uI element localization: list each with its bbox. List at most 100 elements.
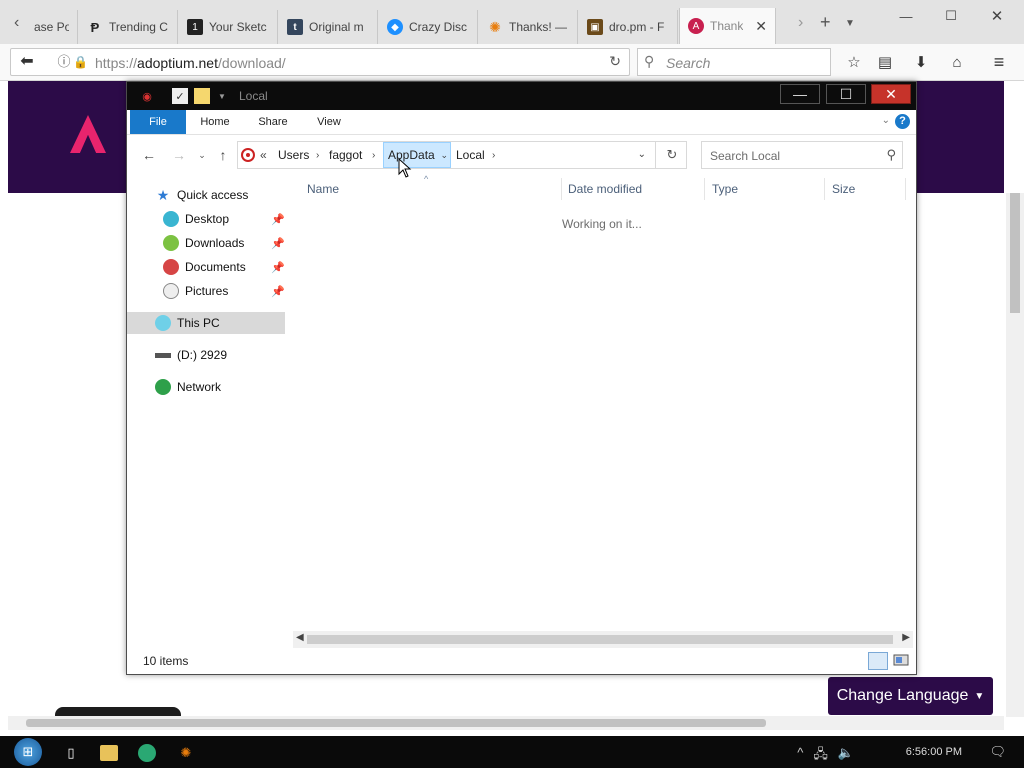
address-bar[interactable]: « Users › faggot › AppData ⌄ Local › ⌄ bbox=[237, 141, 687, 169]
search-local-input[interactable]: Search Local ⚲ bbox=[701, 141, 903, 169]
file-list-horizontal-scrollbar[interactable]: ◀ ▶ bbox=[293, 631, 913, 648]
quick-access-toolbar-chevron-icon[interactable]: ▼ bbox=[214, 88, 230, 104]
close-tab-icon[interactable]: ✕ bbox=[755, 18, 767, 35]
show-hidden-icons-icon[interactable]: ^ bbox=[797, 745, 803, 767]
browser-tab-active[interactable]: A Thank ✕ bbox=[679, 8, 776, 44]
reading-list-icon[interactable]: ▤ bbox=[874, 52, 896, 72]
tab-home[interactable]: Home bbox=[193, 110, 237, 134]
breadcrumb-separator-icon[interactable]: › bbox=[316, 142, 319, 168]
maximize-button[interactable]: ☐ bbox=[826, 84, 866, 104]
refresh-icon[interactable]: ↻ bbox=[655, 141, 688, 169]
p-logo-icon: Ᵽ bbox=[90, 19, 100, 35]
breadcrumb-appdata[interactable]: AppData ⌄ bbox=[383, 142, 451, 168]
breadcrumb-faggot[interactable]: faggot bbox=[327, 142, 364, 168]
file-explorer-taskbar-icon[interactable] bbox=[100, 745, 118, 761]
tab-file[interactable]: File bbox=[130, 110, 186, 134]
nav-item-quick-access[interactable]: ★ Quick access bbox=[127, 184, 285, 206]
task-view-icon[interactable]: ▯ bbox=[60, 742, 82, 764]
crazy-disc-icon: ◆ bbox=[387, 19, 403, 35]
column-divider[interactable] bbox=[561, 178, 562, 200]
scrollbar-thumb[interactable] bbox=[1010, 193, 1020, 313]
breadcrumb-overflow[interactable]: « bbox=[260, 142, 267, 168]
bookmark-star-icon[interactable]: ☆ bbox=[843, 52, 865, 72]
app-icon[interactable]: ◉ bbox=[139, 88, 155, 104]
column-header-name[interactable]: Name bbox=[307, 182, 339, 196]
file-explorer-window: ◉ ✓ ▼ Local — ☐ ✕ File Home Share View ⌄… bbox=[126, 81, 917, 675]
new-folder-icon[interactable] bbox=[194, 88, 210, 104]
address-history-chevron-icon[interactable]: ⌄ bbox=[638, 149, 646, 160]
browser-tab[interactable]: ase Po bbox=[26, 10, 78, 44]
column-header-date-modified[interactable]: Date modified bbox=[568, 182, 642, 196]
browser-tab[interactable]: 1 Your Sketc bbox=[179, 10, 278, 44]
tab-scroll-left-icon[interactable]: ‹ bbox=[14, 14, 19, 32]
breadcrumb-separator-icon[interactable]: › bbox=[492, 142, 495, 168]
browser-tab[interactable]: ✺ Thanks! — bbox=[479, 10, 578, 44]
info-icon[interactable]: ⓘ bbox=[55, 53, 73, 71]
column-header-size[interactable]: Size bbox=[832, 182, 855, 196]
large-icons-view-icon[interactable] bbox=[892, 652, 910, 668]
breadcrumb-chevron-icon[interactable]: ⌄ bbox=[440, 150, 448, 161]
network-tray-icon[interactable]: 🖧 bbox=[813, 745, 828, 767]
hamburger-menu-icon[interactable]: ≡ bbox=[988, 52, 1010, 72]
nav-item-network[interactable]: Network bbox=[127, 376, 285, 398]
new-tab-button[interactable]: + bbox=[820, 12, 831, 33]
search-placeholder: Search bbox=[666, 55, 711, 71]
adoptium-logo-icon[interactable] bbox=[68, 113, 108, 157]
nav-item-desktop[interactable]: Desktop 📌 bbox=[127, 208, 285, 230]
scrollbar-thumb[interactable] bbox=[26, 719, 766, 727]
notifications-icon[interactable]: 🗨 bbox=[989, 744, 1006, 760]
volume-icon[interactable]: 🔈 bbox=[838, 745, 854, 767]
scrollbar-thumb[interactable] bbox=[307, 635, 893, 644]
browser-taskbar-icon[interactable] bbox=[138, 744, 156, 762]
browser-maximize-button[interactable]: ☐ bbox=[936, 6, 966, 26]
up-arrow-icon[interactable]: ↑ bbox=[214, 146, 232, 164]
web-search-input[interactable]: ⚲ Search bbox=[637, 48, 831, 76]
column-divider[interactable] bbox=[824, 178, 825, 200]
breadcrumb-users[interactable]: Users bbox=[276, 142, 311, 168]
breadcrumb-separator-icon[interactable]: › bbox=[372, 142, 375, 168]
browser-tab[interactable]: Ᵽ Trending C bbox=[79, 10, 178, 44]
browser-tab[interactable]: t Original m bbox=[279, 10, 378, 44]
blender-taskbar-icon[interactable]: ✺ bbox=[175, 742, 197, 764]
download-arrow-icon[interactable]: ⬇ bbox=[910, 52, 932, 72]
column-divider[interactable] bbox=[704, 178, 705, 200]
browser-close-button[interactable]: ✕ bbox=[982, 6, 1012, 26]
help-icon[interactable]: ? bbox=[895, 114, 910, 129]
tab-scroll-right-icon[interactable]: › bbox=[798, 14, 803, 32]
scroll-right-icon[interactable]: ▶ bbox=[902, 632, 910, 643]
tab-share[interactable]: Share bbox=[251, 110, 295, 134]
tab-view[interactable]: View bbox=[309, 110, 349, 134]
scroll-left-icon[interactable]: ◀ bbox=[296, 632, 304, 643]
taskbar: ⊞ ▯ ✺ ^ 🖧 🔈 6:56:00 PM 🗨 bbox=[0, 736, 1024, 768]
properties-icon[interactable]: ✓ bbox=[172, 88, 188, 104]
tab-list-chevron-icon[interactable]: ▼ bbox=[845, 18, 855, 29]
nav-item-drive-d[interactable]: (D:) 2929 bbox=[127, 344, 285, 366]
nav-item-documents[interactable]: Documents 📌 bbox=[127, 256, 285, 278]
minimize-button[interactable]: — bbox=[780, 84, 820, 104]
close-button[interactable]: ✕ bbox=[871, 84, 911, 104]
home-icon[interactable]: ⌂ bbox=[946, 52, 968, 72]
details-view-icon[interactable] bbox=[868, 652, 888, 670]
nav-item-pictures[interactable]: Pictures 📌 bbox=[127, 280, 285, 302]
browser-tab[interactable]: ▣ dro.pm - F bbox=[579, 10, 678, 44]
browser-minimize-button[interactable]: — bbox=[891, 6, 921, 26]
reload-icon[interactable]: ↻ bbox=[609, 53, 621, 70]
change-language-button[interactable]: Change Language ▼ bbox=[828, 677, 993, 715]
start-button[interactable]: ⊞ bbox=[14, 738, 42, 766]
url-bar[interactable]: ⬅ ⓘ 🔒 https://adoptium.net/download/ ↻ bbox=[10, 48, 630, 76]
recent-locations-chevron-icon[interactable]: ⌄ bbox=[193, 146, 211, 164]
back-arrow-icon[interactable]: ⬅ bbox=[17, 52, 37, 72]
clock[interactable]: 6:56:00 PM bbox=[906, 746, 962, 758]
page-vertical-scrollbar[interactable] bbox=[1006, 193, 1024, 717]
item-count: 10 items bbox=[143, 654, 189, 668]
back-arrow-icon[interactable]: ← bbox=[140, 146, 158, 164]
page-horizontal-scrollbar[interactable] bbox=[8, 716, 1004, 730]
browser-tab[interactable]: ◆ Crazy Disc bbox=[379, 10, 478, 44]
column-divider[interactable] bbox=[905, 178, 906, 200]
column-header-type[interactable]: Type bbox=[712, 182, 738, 196]
nav-item-this-pc[interactable]: This PC bbox=[127, 312, 285, 334]
expand-ribbon-chevron-icon[interactable]: ⌄ bbox=[882, 115, 890, 126]
nav-item-downloads[interactable]: Downloads 📌 bbox=[127, 232, 285, 254]
forward-arrow-icon[interactable]: → bbox=[170, 146, 188, 164]
breadcrumb-local[interactable]: Local bbox=[454, 142, 487, 168]
